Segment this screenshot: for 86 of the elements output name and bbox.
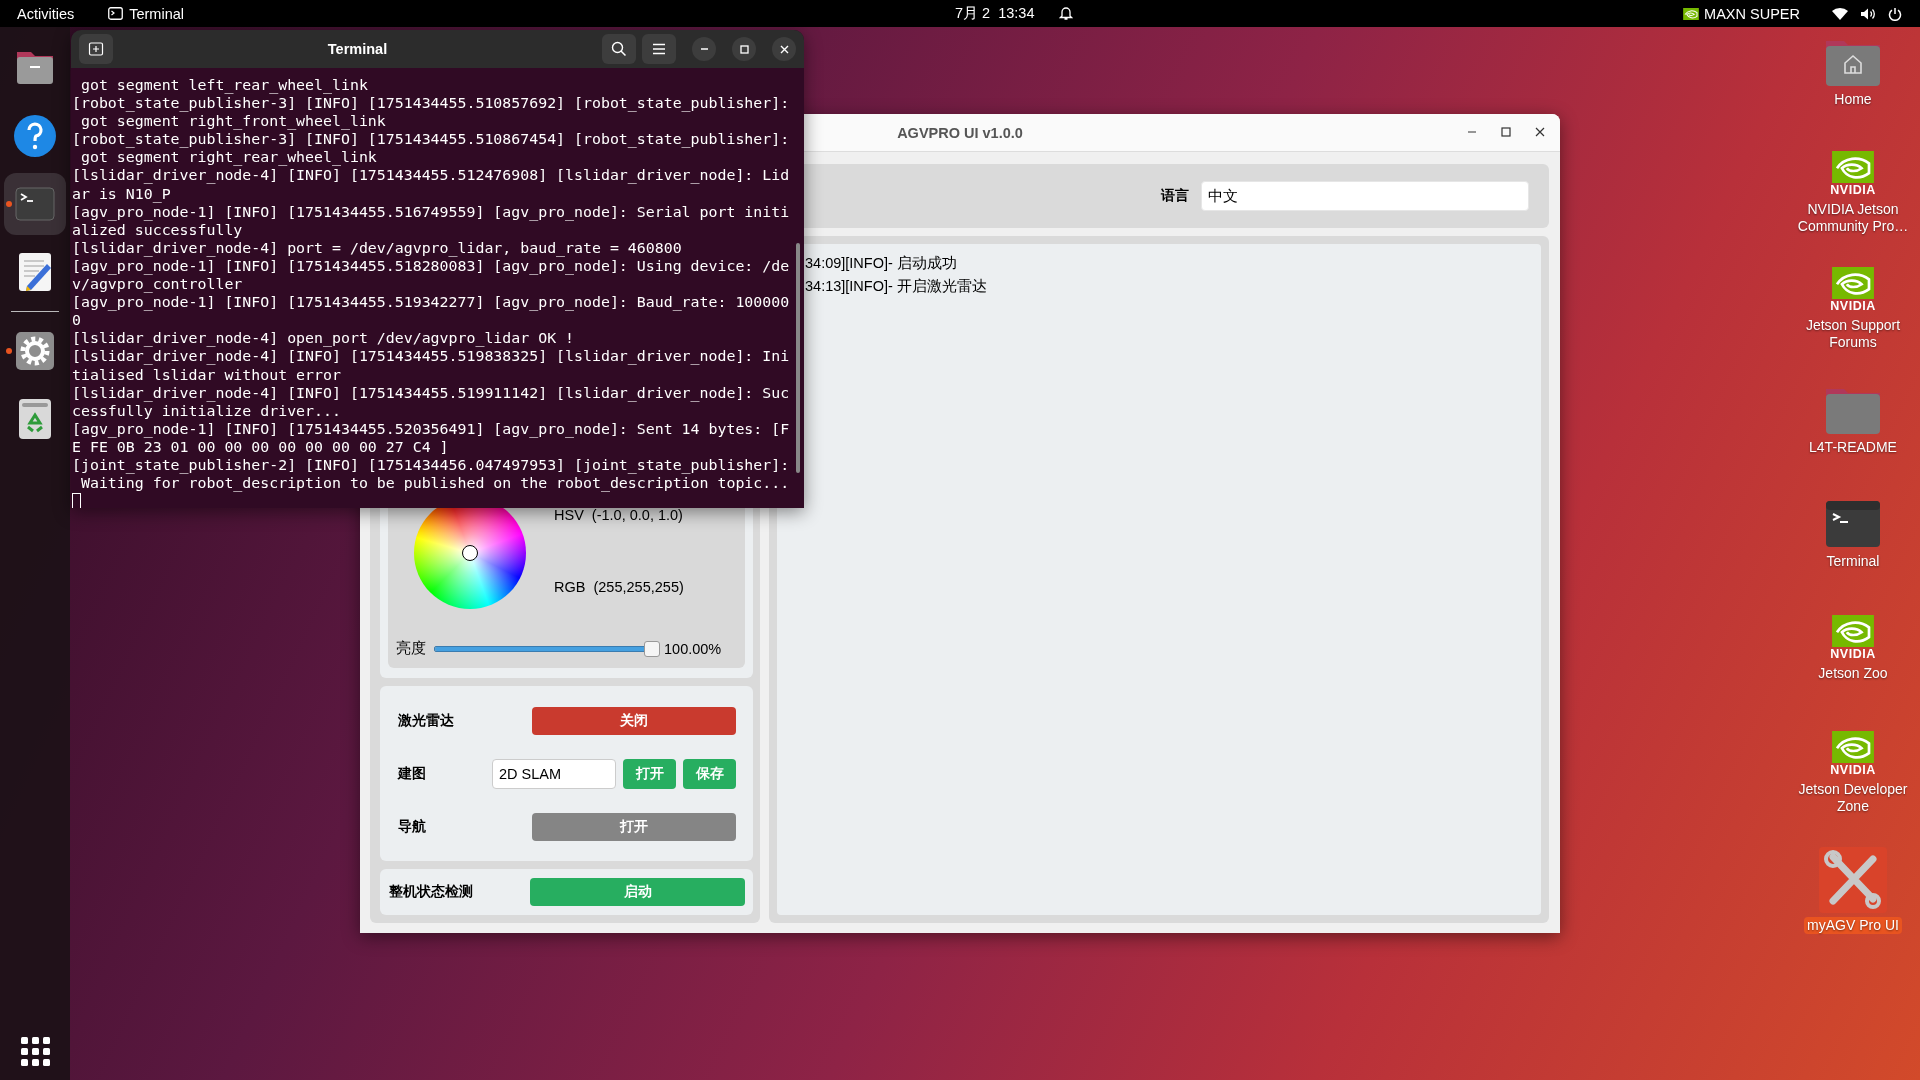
icon-label[interactable]: NVIDIA Jetson Community Pro… — [1788, 201, 1918, 235]
terminal-line: alized successfully — [72, 220, 243, 239]
terminal-line: [robot_state_publisher-3] [INFO] [1751434455.510857692] [robot_state_publisher]: — [72, 94, 790, 113]
minimize-icon — [700, 48, 708, 50]
rgb-value: RGB (255,255,255) — [554, 579, 684, 596]
nvidia-logo[interactable]: NVIDIA — [1823, 731, 1883, 777]
action-button[interactable]: 关闭 — [532, 706, 736, 735]
scrollbar[interactable] — [796, 243, 800, 473]
terminal-line: got segment left_rear_wheel_link — [79, 76, 368, 95]
bell-icon[interactable] — [1058, 6, 1073, 21]
terminal-line: [robot_state_publisher-3] [INFO] [1751434455.510867454] [robot_state_publisher]: — [72, 130, 790, 149]
terminal-line: [agv_pro_node-1] [INFO] [1751434455.516749559] [agv_pro_node]: Serial port initi — [72, 202, 790, 221]
tools-icon[interactable] — [1819, 847, 1887, 913]
power-mode-label[interactable]: MAXN SUPER — [1704, 5, 1800, 22]
new-tab-button[interactable] — [79, 34, 113, 64]
terminal-line: tialised lslidar without error — [72, 365, 341, 384]
terminal-icon[interactable] — [1824, 499, 1882, 549]
language-field[interactable]: 中文 — [1201, 181, 1529, 211]
terminal-line: [joint_state_publisher-2] [INFO] [1751434456.047497953] [joint_state_publisher]: — [72, 455, 790, 475]
icon-label[interactable]: Jetson Developer Zone — [1788, 781, 1918, 815]
hsv-value: HSV (-1.0, 0.0, 1.0) — [554, 507, 684, 524]
window-title: Terminal — [326, 41, 389, 57]
log-line: 34:13][INFO]- 开启激光雷达 — [805, 277, 987, 296]
control-label: 导航 — [398, 817, 427, 836]
control-label: 整机状态检测 — [389, 883, 474, 902]
icon-label[interactable]: myAGV Pro UI — [1804, 917, 1902, 934]
close-button[interactable] — [772, 37, 796, 61]
maximize-icon — [1499, 125, 1513, 139]
menu-button[interactable] — [642, 34, 676, 64]
maximize-button[interactable] — [732, 37, 756, 61]
brightness-label: 亮度 — [396, 639, 426, 659]
maximize-icon — [737, 42, 751, 56]
nvidia-icon[interactable] — [1683, 7, 1700, 20]
nvidia-logo[interactable]: NVIDIA — [1823, 615, 1883, 661]
clock[interactable]: 7月 2 13:34 — [955, 4, 1035, 23]
action-button[interactable]: 启动 — [530, 878, 745, 907]
terminal-line: [lslidar_driver_node-4] [INFO] [1751434455.519838325] [lslidar_driver_node]: Ini — [72, 347, 790, 366]
activities-button[interactable]: Activities — [17, 5, 75, 22]
terminal-line: ar is N10_P — [72, 184, 171, 203]
terminal-line: got segment right_front_wheel_link — [79, 112, 386, 131]
window-title: AGVPRO UI v1.0.0 — [897, 124, 1023, 141]
log-line: 34:09][INFO]- 启动成功 — [805, 254, 957, 273]
language-label: 语言 — [1161, 187, 1189, 205]
icon-label[interactable]: Jetson Support Forums — [1788, 317, 1918, 351]
search-button[interactable] — [602, 34, 636, 64]
action-button[interactable]: 保存 — [683, 758, 736, 789]
terminal-line: [lslidar_driver_node-4] port = /dev/agvpro_lidar, baud_rate = 460800 — [72, 238, 682, 257]
terminal-line: [lslidar_driver_node-4] [INFO] [1751434455.512476908] [lslidar_driver_node]: Lid — [72, 166, 790, 185]
help-icon — [11, 112, 59, 160]
terminal-line: [agv_pro_node-1] [INFO] [1751434455.518280083] [agv_pro_node]: Using device: /de — [72, 256, 790, 276]
color-cursor[interactable] — [462, 545, 478, 562]
mode-field[interactable]: 2D SLAM — [492, 758, 616, 789]
icon-label[interactable]: Home — [1831, 91, 1875, 108]
minimize-button[interactable] — [692, 37, 716, 61]
icon-label[interactable]: Jetson Zoo — [1815, 665, 1891, 682]
brightness-value: 100.00% — [664, 640, 722, 657]
terminal-line: [lslidar_driver_node-4] open_port /dev/agvpro_lidar OK ! — [72, 329, 575, 348]
terminal-line: [lslidar_driver_node-4] [INFO] [1751434455.519911142] [lslidar_driver_node]: Suc — [72, 383, 790, 402]
icon-label[interactable]: L4T-README — [1806, 439, 1900, 456]
control-label: 激光雷达 — [398, 711, 455, 730]
close-icon — [1533, 125, 1547, 139]
terminal-line: got segment right_rear_wheel_link — [79, 148, 377, 167]
new-tab-icon — [88, 41, 104, 57]
menu-icon — [652, 43, 666, 55]
wifi-icon[interactable] — [1832, 7, 1848, 20]
app-grid-icon[interactable] — [20, 1037, 50, 1066]
terminal-line: [agv_pro_node-1] [INFO] [1751434455.519342277] [agv_pro_node]: Baud_rate: 100000 — [72, 293, 790, 312]
terminal-line: [agv_pro_node-1] [INFO] [1751434455.520356491] [agv_pro_node]: Sent 14 bytes: [F — [72, 419, 790, 438]
terminal-line: cessfully initialize driver... — [72, 401, 341, 420]
volume-icon[interactable] — [1860, 6, 1876, 21]
power-icon[interactable] — [1888, 6, 1902, 21]
terminal-line: v/agvpro_controller — [72, 275, 243, 294]
nvidia-logo[interactable]: NVIDIA — [1823, 151, 1883, 197]
nvidia-logo[interactable]: NVIDIA — [1823, 267, 1883, 313]
icon-label[interactable]: Terminal — [1823, 553, 1883, 570]
action-button[interactable]: 打开 — [623, 758, 676, 789]
search-icon — [611, 41, 627, 57]
terminal-line: E FE 0B 23 01 00 00 00 00 00 00 00 27 C4 ] — [72, 437, 449, 456]
terminal-icon — [108, 7, 124, 20]
minimize-icon — [1468, 131, 1476, 133]
control-label: 建图 — [398, 764, 427, 783]
terminal-line: 0 — [72, 311, 81, 330]
slider-thumb[interactable] — [644, 640, 660, 657]
terminal-line: Waiting for robot_description to be published on the robot_description topic... — [79, 474, 790, 493]
text-cursor — [72, 493, 81, 508]
app-menu[interactable]: Terminal — [129, 5, 184, 22]
